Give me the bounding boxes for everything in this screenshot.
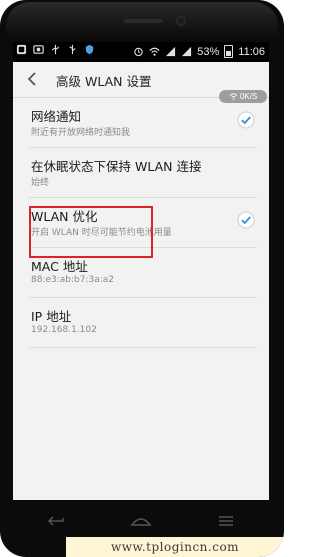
wifi-icon bbox=[149, 47, 160, 56]
setting-keep-wlan-on-sleep[interactable]: 在休眠状态下保持 WLAN 连接 始终 bbox=[29, 148, 257, 198]
chevron-left-icon bbox=[27, 72, 36, 86]
battery-icon bbox=[224, 45, 234, 58]
setting-summary: 附近有开放网络时通知我 bbox=[31, 128, 131, 138]
setting-network-notification[interactable]: 网络通知 附近有开放网络时通知我 bbox=[29, 98, 257, 148]
nav-home-button[interactable] bbox=[129, 512, 153, 530]
nav-back-button[interactable] bbox=[44, 512, 68, 530]
status-bar-left-icons bbox=[16, 44, 95, 55]
setting-label: MAC 地址 bbox=[31, 259, 88, 274]
clock: 11:06 bbox=[238, 45, 265, 58]
phone-frame: 53% 11:06 高级 WLAN 设置 0K/S 网络通知 附近有开放网络时通… bbox=[0, 0, 284, 557]
watermark: www.tplogincn.com bbox=[66, 537, 284, 557]
setting-ip-address[interactable]: IP 地址 192.168.1.102 bbox=[29, 298, 257, 348]
setting-label: 网络通知 bbox=[31, 109, 82, 124]
back-button[interactable] bbox=[21, 68, 43, 90]
action-bar: 高级 WLAN 设置 0K/S bbox=[13, 62, 269, 103]
usb-icon bbox=[52, 44, 59, 55]
back-arrow-icon bbox=[47, 516, 64, 526]
earpiece-speaker bbox=[124, 19, 162, 23]
image-icon bbox=[33, 45, 44, 54]
setting-label: 在休眠状态下保持 WLAN 连接 bbox=[31, 159, 202, 174]
menu-icon bbox=[219, 516, 234, 526]
status-bar-right: 53% 11:06 bbox=[133, 45, 265, 58]
status-bar: 53% 11:06 bbox=[13, 42, 269, 62]
signal-icon-2 bbox=[182, 46, 192, 57]
nav-menu-button[interactable] bbox=[214, 512, 238, 530]
front-camera bbox=[176, 16, 186, 26]
battery-percent: 53% bbox=[197, 45, 220, 58]
checkbox-checked-icon[interactable] bbox=[237, 111, 255, 129]
shield-icon bbox=[85, 44, 94, 55]
alarm-icon bbox=[134, 47, 143, 57]
page-title: 高级 WLAN 设置 bbox=[56, 74, 152, 89]
setting-label: IP 地址 bbox=[31, 309, 72, 324]
usb-debug-icon bbox=[69, 44, 76, 55]
checkbox-checked-icon[interactable] bbox=[237, 211, 255, 229]
home-icon bbox=[130, 518, 152, 526]
signal-icon bbox=[166, 46, 176, 57]
setting-summary: 始终 bbox=[31, 178, 50, 188]
annotation-highlight-box bbox=[29, 206, 153, 258]
screen: 53% 11:06 高级 WLAN 设置 0K/S 网络通知 附近有开放网络时通… bbox=[13, 42, 269, 500]
navigation-bar bbox=[13, 506, 269, 536]
notification-icon bbox=[16, 44, 27, 55]
ip-address-value: 192.168.1.102 bbox=[31, 325, 97, 335]
mac-address-value: 88:e3:ab:b7:3a:a2 bbox=[31, 275, 115, 285]
